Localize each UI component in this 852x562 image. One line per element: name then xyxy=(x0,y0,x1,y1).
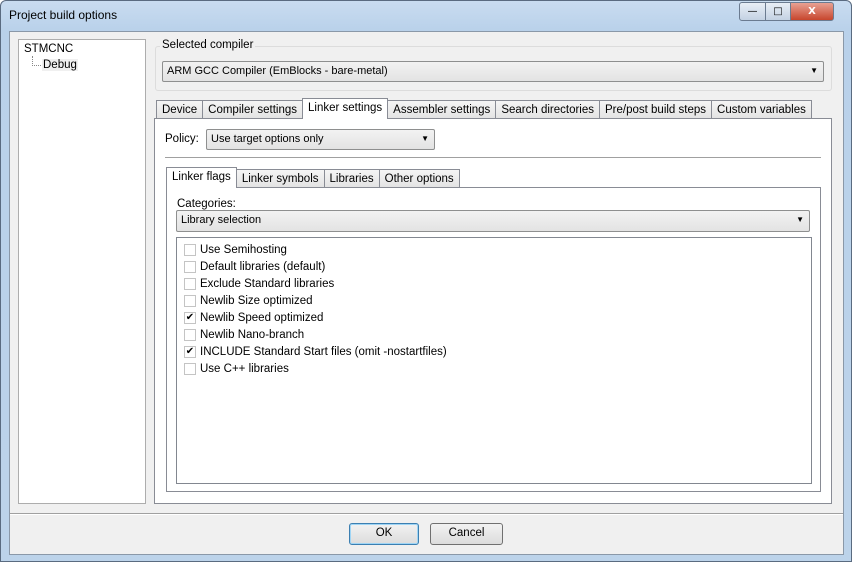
tab-search-directories[interactable]: Search directories xyxy=(495,100,600,119)
tree-item-debug[interactable]: Debug xyxy=(42,59,78,71)
target-tree[interactable]: STMCNC Debug xyxy=(18,39,146,504)
option-label: Use Semihosting xyxy=(200,243,287,256)
tab-device[interactable]: Device xyxy=(156,100,204,119)
checkbox[interactable]: ✔ xyxy=(184,311,196,324)
option-exclude-standard-libraries[interactable]: Exclude Standard libraries xyxy=(184,275,334,292)
option-include-standard-start-files-omit-nostartfiles[interactable]: ✔ INCLUDE Standard Start files (omit -nos… xyxy=(184,343,447,360)
checkbox[interactable] xyxy=(184,260,196,273)
checkbox[interactable]: ✔ xyxy=(184,345,196,358)
option-label: Newlib Size optimized xyxy=(200,294,313,307)
option-newlib-nano-branch[interactable]: Newlib Nano-branch xyxy=(184,326,304,343)
option-label: Default libraries (default) xyxy=(200,260,326,273)
option-label: Newlib Nano-branch xyxy=(200,328,305,341)
option-label: INCLUDE Standard Start files (omit -nost… xyxy=(200,345,447,358)
chevron-down-icon: ▼ xyxy=(421,134,429,143)
checkbox[interactable] xyxy=(184,277,196,290)
policy-value: Use target options only xyxy=(211,133,324,145)
tab-assembler-settings[interactable]: Assembler settings xyxy=(387,100,497,119)
chevron-down-icon: ▼ xyxy=(796,215,804,224)
tab-compiler-settings[interactable]: Compiler settings xyxy=(202,100,303,119)
chevron-down-icon: ▼ xyxy=(810,66,818,75)
option-default-libraries-default[interactable]: Default libraries (default) xyxy=(184,258,325,275)
linker-settings-panel: Policy: Use target options only ▼ Linker … xyxy=(154,118,832,504)
dialog-client: STMCNC Debug Selected compiler ARM GCC C… xyxy=(9,31,844,555)
compiler-select[interactable]: ARM GCC Compiler (EmBlocks - bare-metal)… xyxy=(162,61,824,82)
option-use-semihosting[interactable]: Use Semihosting xyxy=(184,241,287,258)
categories-select[interactable]: Library selection ▼ xyxy=(176,210,810,232)
compiler-label: Selected compiler xyxy=(160,39,256,51)
tree-item-stmcnc[interactable]: STMCNC xyxy=(24,43,73,55)
categories-value: Library selection xyxy=(181,214,262,226)
option-newlib-size-optimized[interactable]: Newlib Size optimized xyxy=(184,292,313,309)
window-title: Project build options xyxy=(9,8,118,22)
option-label: Exclude Standard libraries xyxy=(200,277,335,290)
separator xyxy=(165,157,821,159)
minimize-button[interactable]: — xyxy=(739,2,766,21)
ok-button[interactable]: OK xyxy=(349,523,419,545)
option-label: Use C++ libraries xyxy=(200,362,289,375)
checkbox[interactable] xyxy=(184,328,196,341)
tab-linker-flags[interactable]: Linker flags xyxy=(166,167,237,188)
tab-linker-symbols[interactable]: Linker symbols xyxy=(235,169,325,188)
inner-tabs: Linker flags Linker symbols Libraries Other… xyxy=(166,167,460,188)
checkbox[interactable] xyxy=(184,243,196,256)
tab-custom-variables[interactable]: Custom variables xyxy=(711,100,812,119)
tab-linker-settings[interactable]: Linker settings xyxy=(302,98,389,119)
tab-libraries[interactable]: Libraries xyxy=(323,169,380,188)
checkbox[interactable] xyxy=(184,362,196,375)
compiler-value: ARM GCC Compiler (EmBlocks - bare-metal) xyxy=(167,65,388,77)
options-list: Use Semihosting Default libraries (defaul… xyxy=(176,237,812,484)
dialog-window: Project build options — □ X STMCNC Debug… xyxy=(0,0,852,562)
main-tabs: Device Compiler settings Linker settings As… xyxy=(156,98,812,119)
tab-other-options[interactable]: Other options xyxy=(378,169,460,188)
close-button[interactable]: X xyxy=(790,2,834,21)
maximize-button[interactable]: □ xyxy=(765,2,791,21)
policy-select[interactable]: Use target options only ▼ xyxy=(206,129,435,150)
option-use-c-libraries[interactable]: Use C++ libraries xyxy=(184,360,289,377)
cancel-button[interactable]: Cancel xyxy=(430,523,503,545)
linker-flags-panel: Categories: Library selection ▼ Use Semih… xyxy=(166,187,821,492)
tree-connector xyxy=(32,56,41,66)
categories-label: Categories: xyxy=(177,198,236,210)
tab-pre-post-build-steps[interactable]: Pre/post build steps xyxy=(599,100,713,119)
policy-label: Policy: xyxy=(165,133,199,145)
bottom-separator xyxy=(10,513,843,515)
option-label: Newlib Speed optimized xyxy=(200,311,324,324)
option-newlib-speed-optimized[interactable]: ✔ Newlib Speed optimized xyxy=(184,309,323,326)
checkbox[interactable] xyxy=(184,294,196,307)
